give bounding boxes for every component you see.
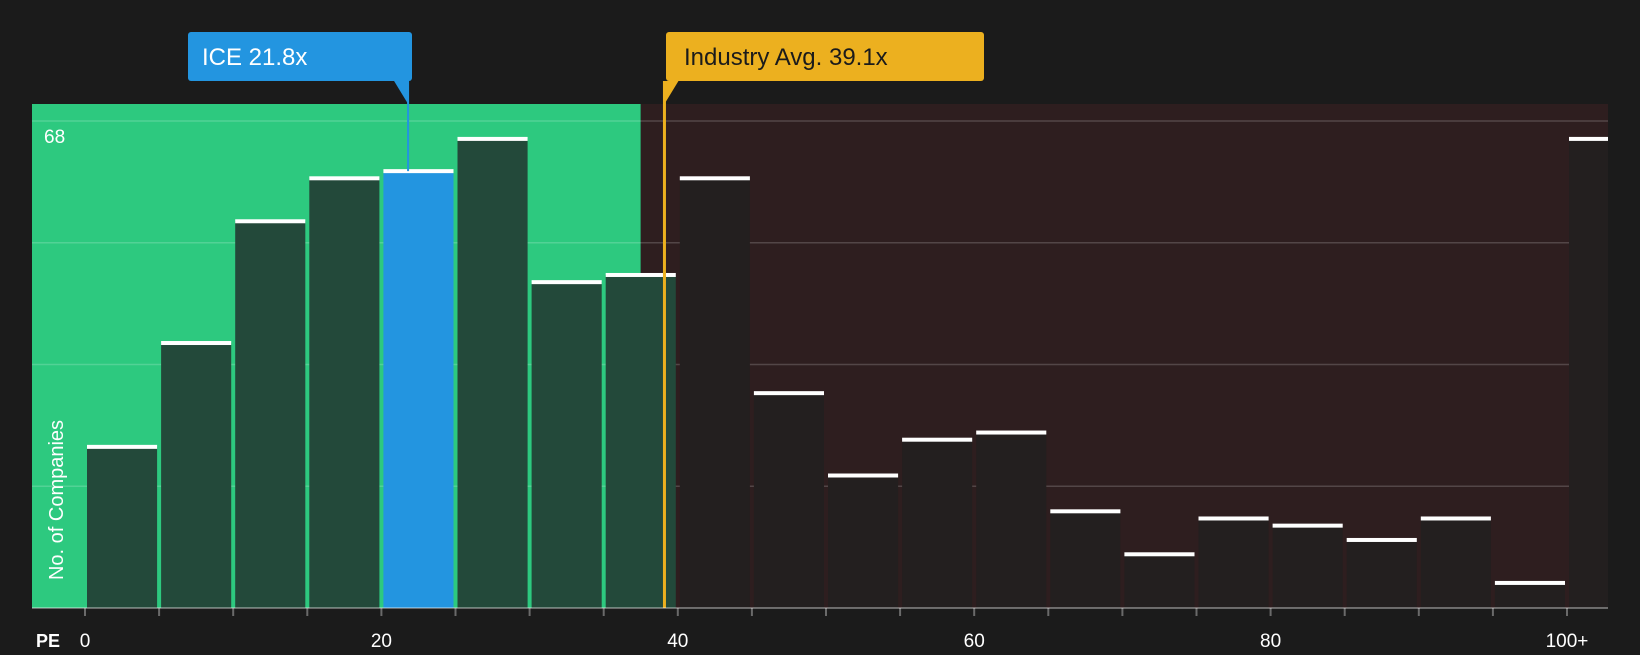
x-axis: 0 20 40 60 80 100+ <box>32 607 1608 652</box>
y-max-label: 68 <box>44 127 65 148</box>
chart-svg: 0 20 40 60 80 100+ 68 No. of Companies PE ICE… <box>32 32 1608 652</box>
x-tick-label-100: 100+ <box>1546 631 1589 650</box>
company-callout: ICE 21.8x <box>188 32 412 104</box>
histogram-bar-cap-7 <box>531 280 602 285</box>
company-callout-label: ICE 21.8x <box>202 44 307 71</box>
x-tick-label-80: 80 <box>1260 631 1281 650</box>
histogram-bar-4 <box>309 178 380 608</box>
histogram-bar-cap-5 <box>383 169 454 174</box>
histogram-bar-1 <box>87 446 158 608</box>
histogram-bar-cap-3 <box>235 219 306 224</box>
histogram-bar-14 <box>1050 511 1121 608</box>
x-tick-label-0: 0 <box>80 631 91 650</box>
industry-avg-callout-pointer <box>664 81 679 104</box>
histogram-bar-21 <box>1569 138 1608 608</box>
industry-avg-callout: Industry Avg. 39.1x <box>664 32 984 104</box>
histogram-bar-cap-20 <box>1494 580 1565 585</box>
histogram-bar-15 <box>1124 554 1195 608</box>
industry-avg-callout-label: Industry Avg. 39.1x <box>684 44 888 71</box>
histogram-bar-5 <box>383 171 454 608</box>
histogram-bar-11 <box>828 475 899 608</box>
histogram-bar-cap-12 <box>902 437 973 442</box>
histogram-bar-cap-2 <box>161 341 232 346</box>
histogram-bar-cap-13 <box>976 430 1047 435</box>
histogram-bar-cap-1 <box>87 444 158 449</box>
histogram-bar-7 <box>531 282 602 608</box>
histogram-bar-19 <box>1420 518 1491 608</box>
histogram-bar-cap-10 <box>753 391 824 396</box>
histogram-bar-cap-19 <box>1420 516 1491 521</box>
y-axis-title: No. of Companies <box>46 420 68 580</box>
histogram-bar-12 <box>902 439 973 608</box>
histogram-bar-6 <box>457 138 528 608</box>
histogram-bar-cap-14 <box>1050 509 1121 514</box>
histogram-bar-3 <box>235 221 306 608</box>
histogram-bar-18 <box>1346 539 1417 608</box>
histogram-bar-cap-4 <box>309 176 380 181</box>
histogram-bar-cap-15 <box>1124 552 1195 557</box>
x-tick-label-40: 40 <box>667 631 688 650</box>
histogram-bar-cap-17 <box>1272 523 1343 528</box>
histogram-bar-cap-21 <box>1569 136 1608 141</box>
x-tick-label-20: 20 <box>371 631 392 650</box>
histogram-bar-9 <box>679 178 750 608</box>
histogram-bar-cap-11 <box>828 473 899 478</box>
pe-distribution-chart: 0 20 40 60 80 100+ 68 No. of Companies PE ICE… <box>0 0 1640 652</box>
histogram-bar-cap-6 <box>457 136 528 141</box>
x-axis-metric-label: PE <box>36 631 60 650</box>
company-callout-pointer <box>394 81 409 104</box>
histogram-bar-2 <box>161 343 232 608</box>
histogram-bar-cap-18 <box>1346 537 1417 542</box>
histogram-bar-cap-9 <box>679 176 750 181</box>
histogram-bar-16 <box>1198 518 1269 608</box>
histogram-bar-20 <box>1494 582 1565 608</box>
x-tick-label-60: 60 <box>964 631 985 650</box>
histogram-bar-17 <box>1272 525 1343 608</box>
histogram-bar-13 <box>976 432 1047 608</box>
histogram-bar-cap-16 <box>1198 516 1269 521</box>
histogram-bar-10 <box>753 393 824 608</box>
